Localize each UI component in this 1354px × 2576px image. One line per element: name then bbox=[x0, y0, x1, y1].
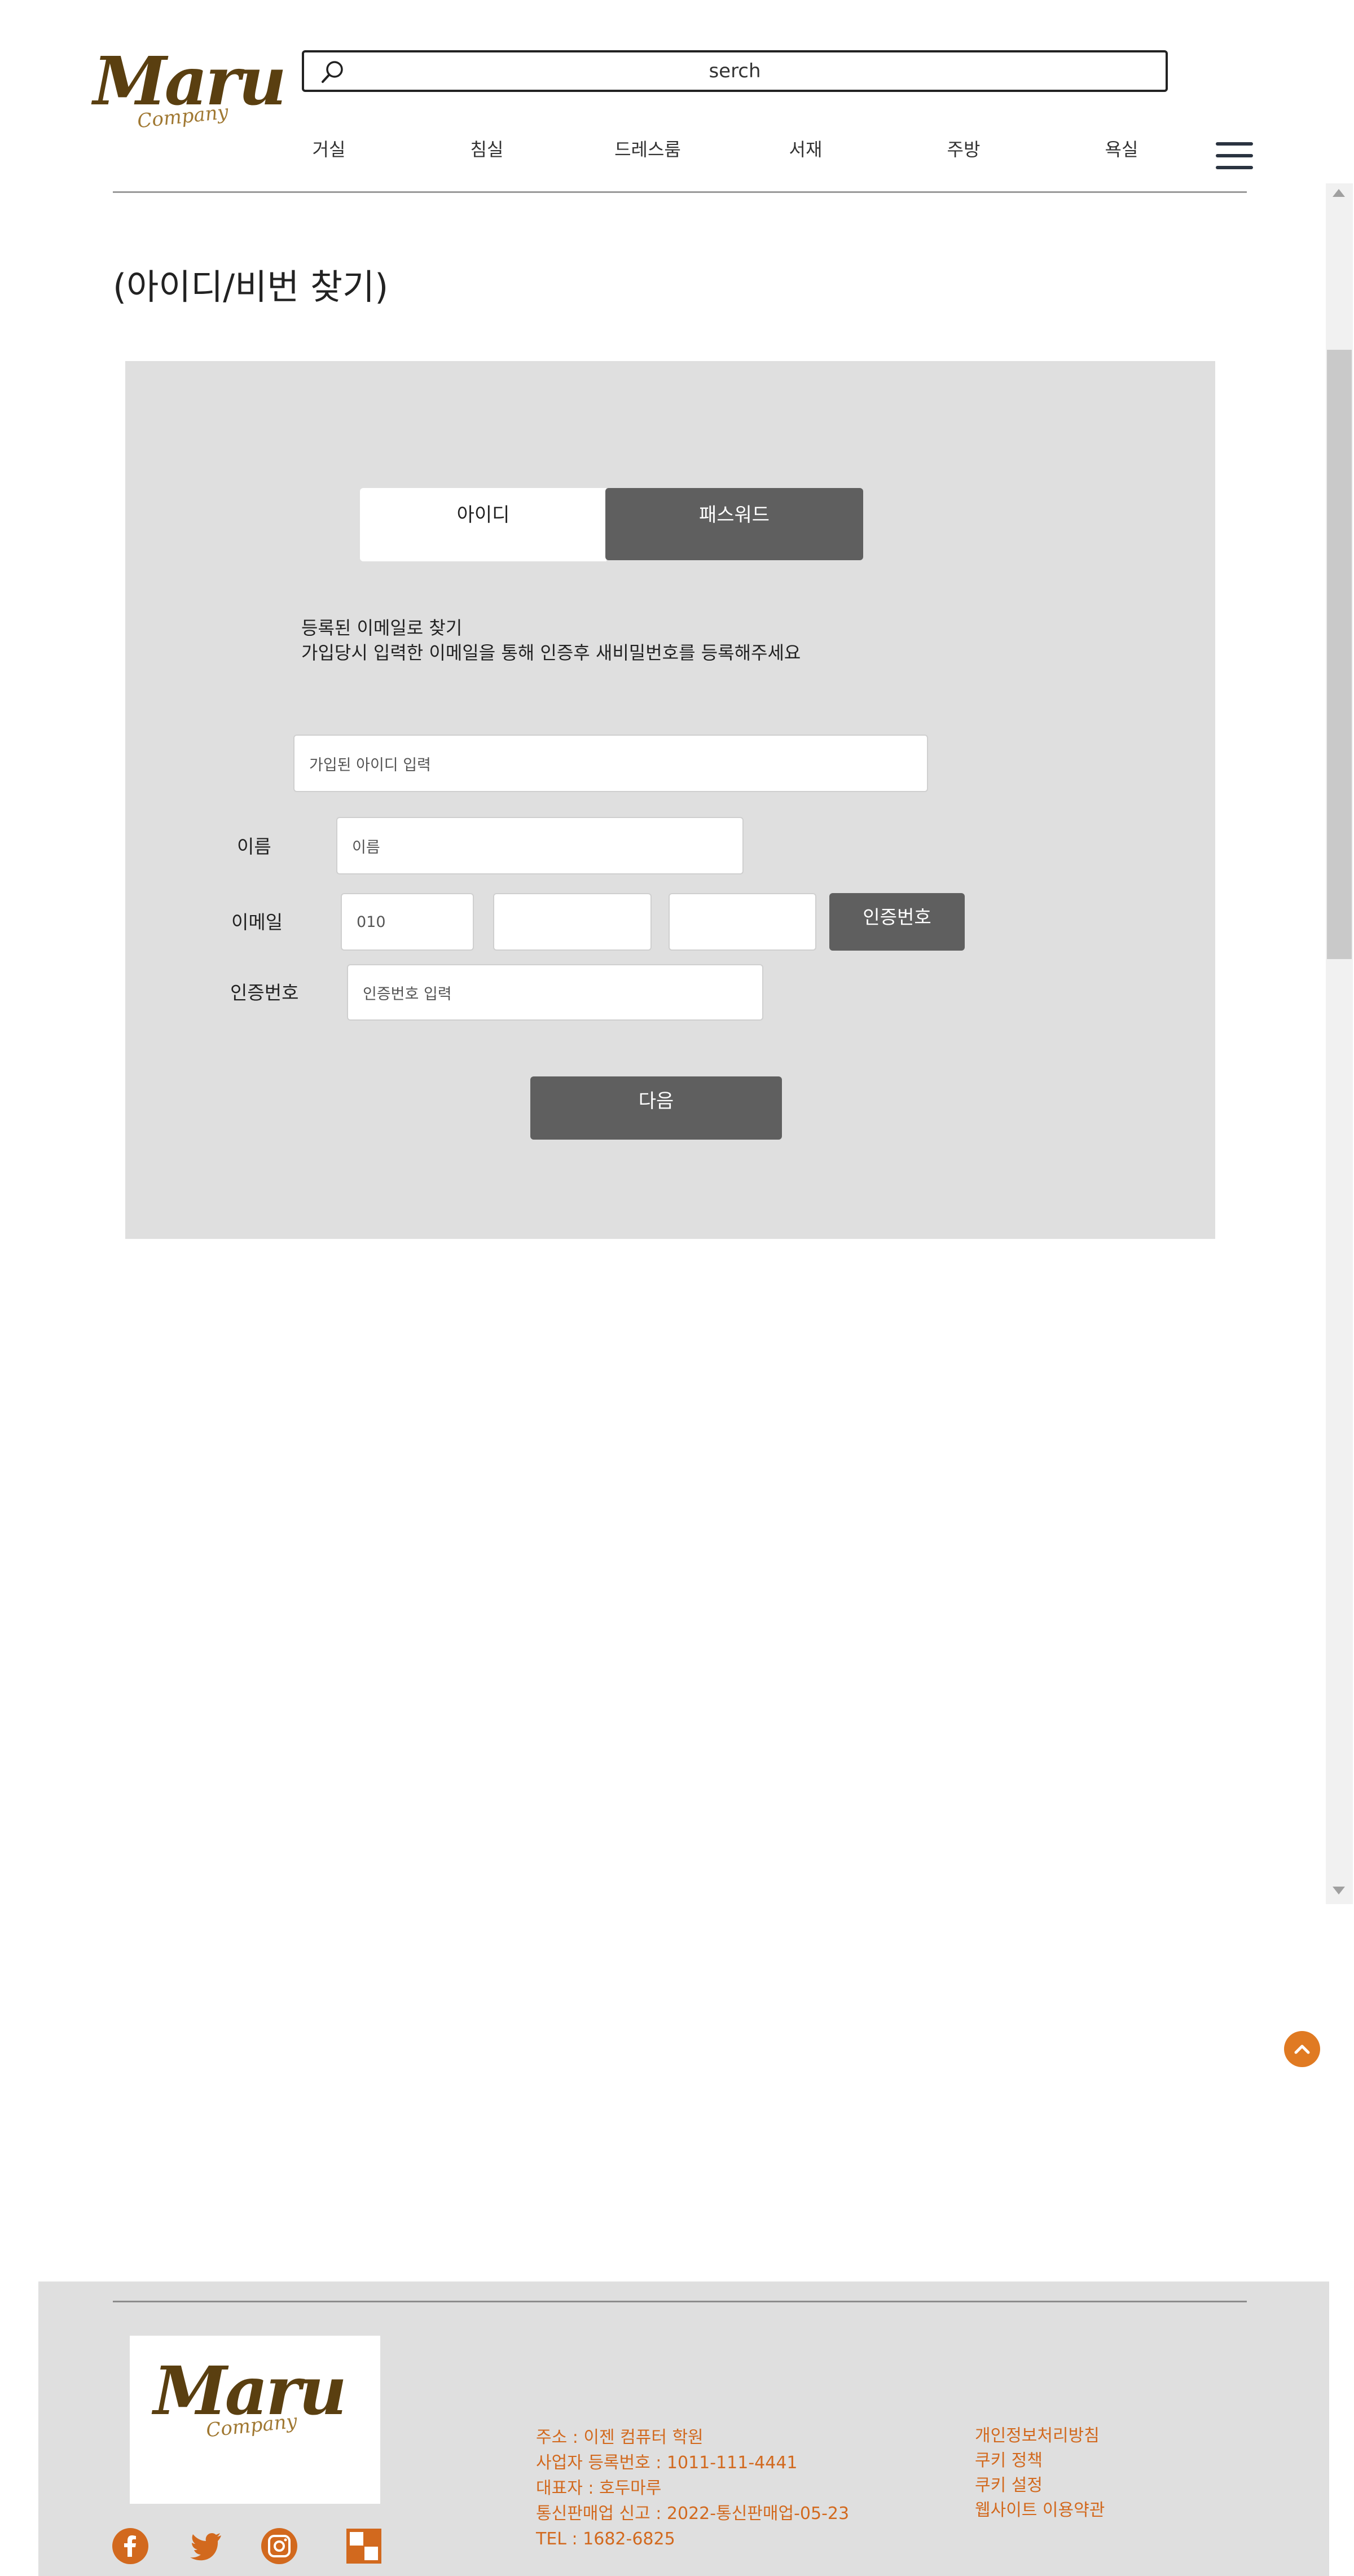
nav-item-study[interactable]: 서재 bbox=[727, 135, 885, 161]
search-bar[interactable]: serch bbox=[302, 50, 1168, 92]
verification-code-label: 인증번호 bbox=[230, 982, 299, 1004]
twitter-icon[interactable] bbox=[186, 2527, 223, 2565]
facebook-icon[interactable] bbox=[112, 2527, 149, 2565]
company-info: 주소 : 이젠 컴퓨터 학원 사업자 등록번호 : 1011-111-4441 … bbox=[536, 2425, 849, 2552]
header-divider bbox=[113, 191, 1247, 193]
email-label: 이메일 bbox=[231, 911, 283, 933]
verification-code-input[interactable]: 인증번호 입력 bbox=[347, 964, 763, 1021]
name-label: 이름 bbox=[237, 836, 271, 858]
maru-logo[interactable]: Maru Company bbox=[93, 48, 287, 138]
info-ceo: 대표자 : 호두마루 bbox=[536, 2478, 662, 2498]
footer-logo[interactable]: Maru Company bbox=[130, 2336, 380, 2504]
tab-id[interactable]: 아이디 bbox=[360, 488, 606, 561]
chevron-up-icon bbox=[1294, 2045, 1310, 2054]
checker-icon[interactable] bbox=[345, 2527, 383, 2565]
find-method-heading: 등록된 이메일로 찾기 bbox=[301, 617, 463, 639]
search-input[interactable]: serch bbox=[304, 52, 1166, 90]
nav-item-kitchen[interactable]: 주방 bbox=[885, 135, 1043, 161]
email-field-part3[interactable] bbox=[669, 893, 816, 951]
nav-item-dressroom[interactable]: 드레스룸 bbox=[569, 135, 727, 161]
nav-item-bathroom[interactable]: 욕실 bbox=[1043, 135, 1201, 161]
instagram-icon[interactable] bbox=[261, 2527, 298, 2565]
scroll-up-icon[interactable] bbox=[1333, 189, 1345, 197]
next-button[interactable]: 다음 bbox=[530, 1076, 782, 1140]
link-cookie-policy[interactable]: 쿠키 정책 bbox=[975, 2448, 1105, 2473]
scroll-to-top-button[interactable] bbox=[1284, 2031, 1320, 2067]
send-code-button[interactable]: 인증번호 bbox=[829, 893, 965, 951]
hamburger-menu-icon[interactable] bbox=[1216, 142, 1253, 170]
find-method-description: 가입당시 입력한 이메일을 통해 인증후 새비밀번호를 등록해주세요 bbox=[301, 642, 801, 663]
footer-links: 개인정보처리방침 쿠키 정책 쿠키 설정 웹사이트 이용약관 bbox=[975, 2424, 1105, 2523]
email-field-part1[interactable]: 010 bbox=[341, 893, 474, 951]
email-field-part2[interactable] bbox=[493, 893, 652, 951]
name-input[interactable]: 이름 bbox=[336, 817, 744, 874]
user-id-input[interactable]: 가입된 아이디 입력 bbox=[293, 735, 928, 792]
scrollbar-thumb[interactable] bbox=[1327, 350, 1352, 959]
link-cookie-settings[interactable]: 쿠키 설정 bbox=[975, 2473, 1105, 2498]
tab-password[interactable]: 패스워드 bbox=[605, 488, 863, 560]
link-terms-of-use[interactable]: 웹사이트 이용약관 bbox=[975, 2498, 1105, 2523]
scroll-down-icon[interactable] bbox=[1333, 1887, 1345, 1894]
nav-item-bedroom[interactable]: 침실 bbox=[408, 135, 566, 161]
info-tel: TEL : 1682-6825 bbox=[536, 2529, 675, 2549]
info-ecommerce-reg: 통신판매업 신고 : 2022-통신판매업-05-23 bbox=[536, 2504, 850, 2524]
link-privacy-policy[interactable]: 개인정보처리방침 bbox=[975, 2424, 1105, 2448]
nav-item-living[interactable]: 거실 bbox=[250, 135, 408, 161]
footer-divider bbox=[113, 2301, 1247, 2302]
page-title: (아이디/비번 찾기) bbox=[113, 266, 389, 307]
info-address: 주소 : 이젠 컴퓨터 학원 bbox=[536, 2428, 704, 2447]
info-business-number: 사업자 등록번호 : 1011-111-4441 bbox=[536, 2453, 798, 2473]
